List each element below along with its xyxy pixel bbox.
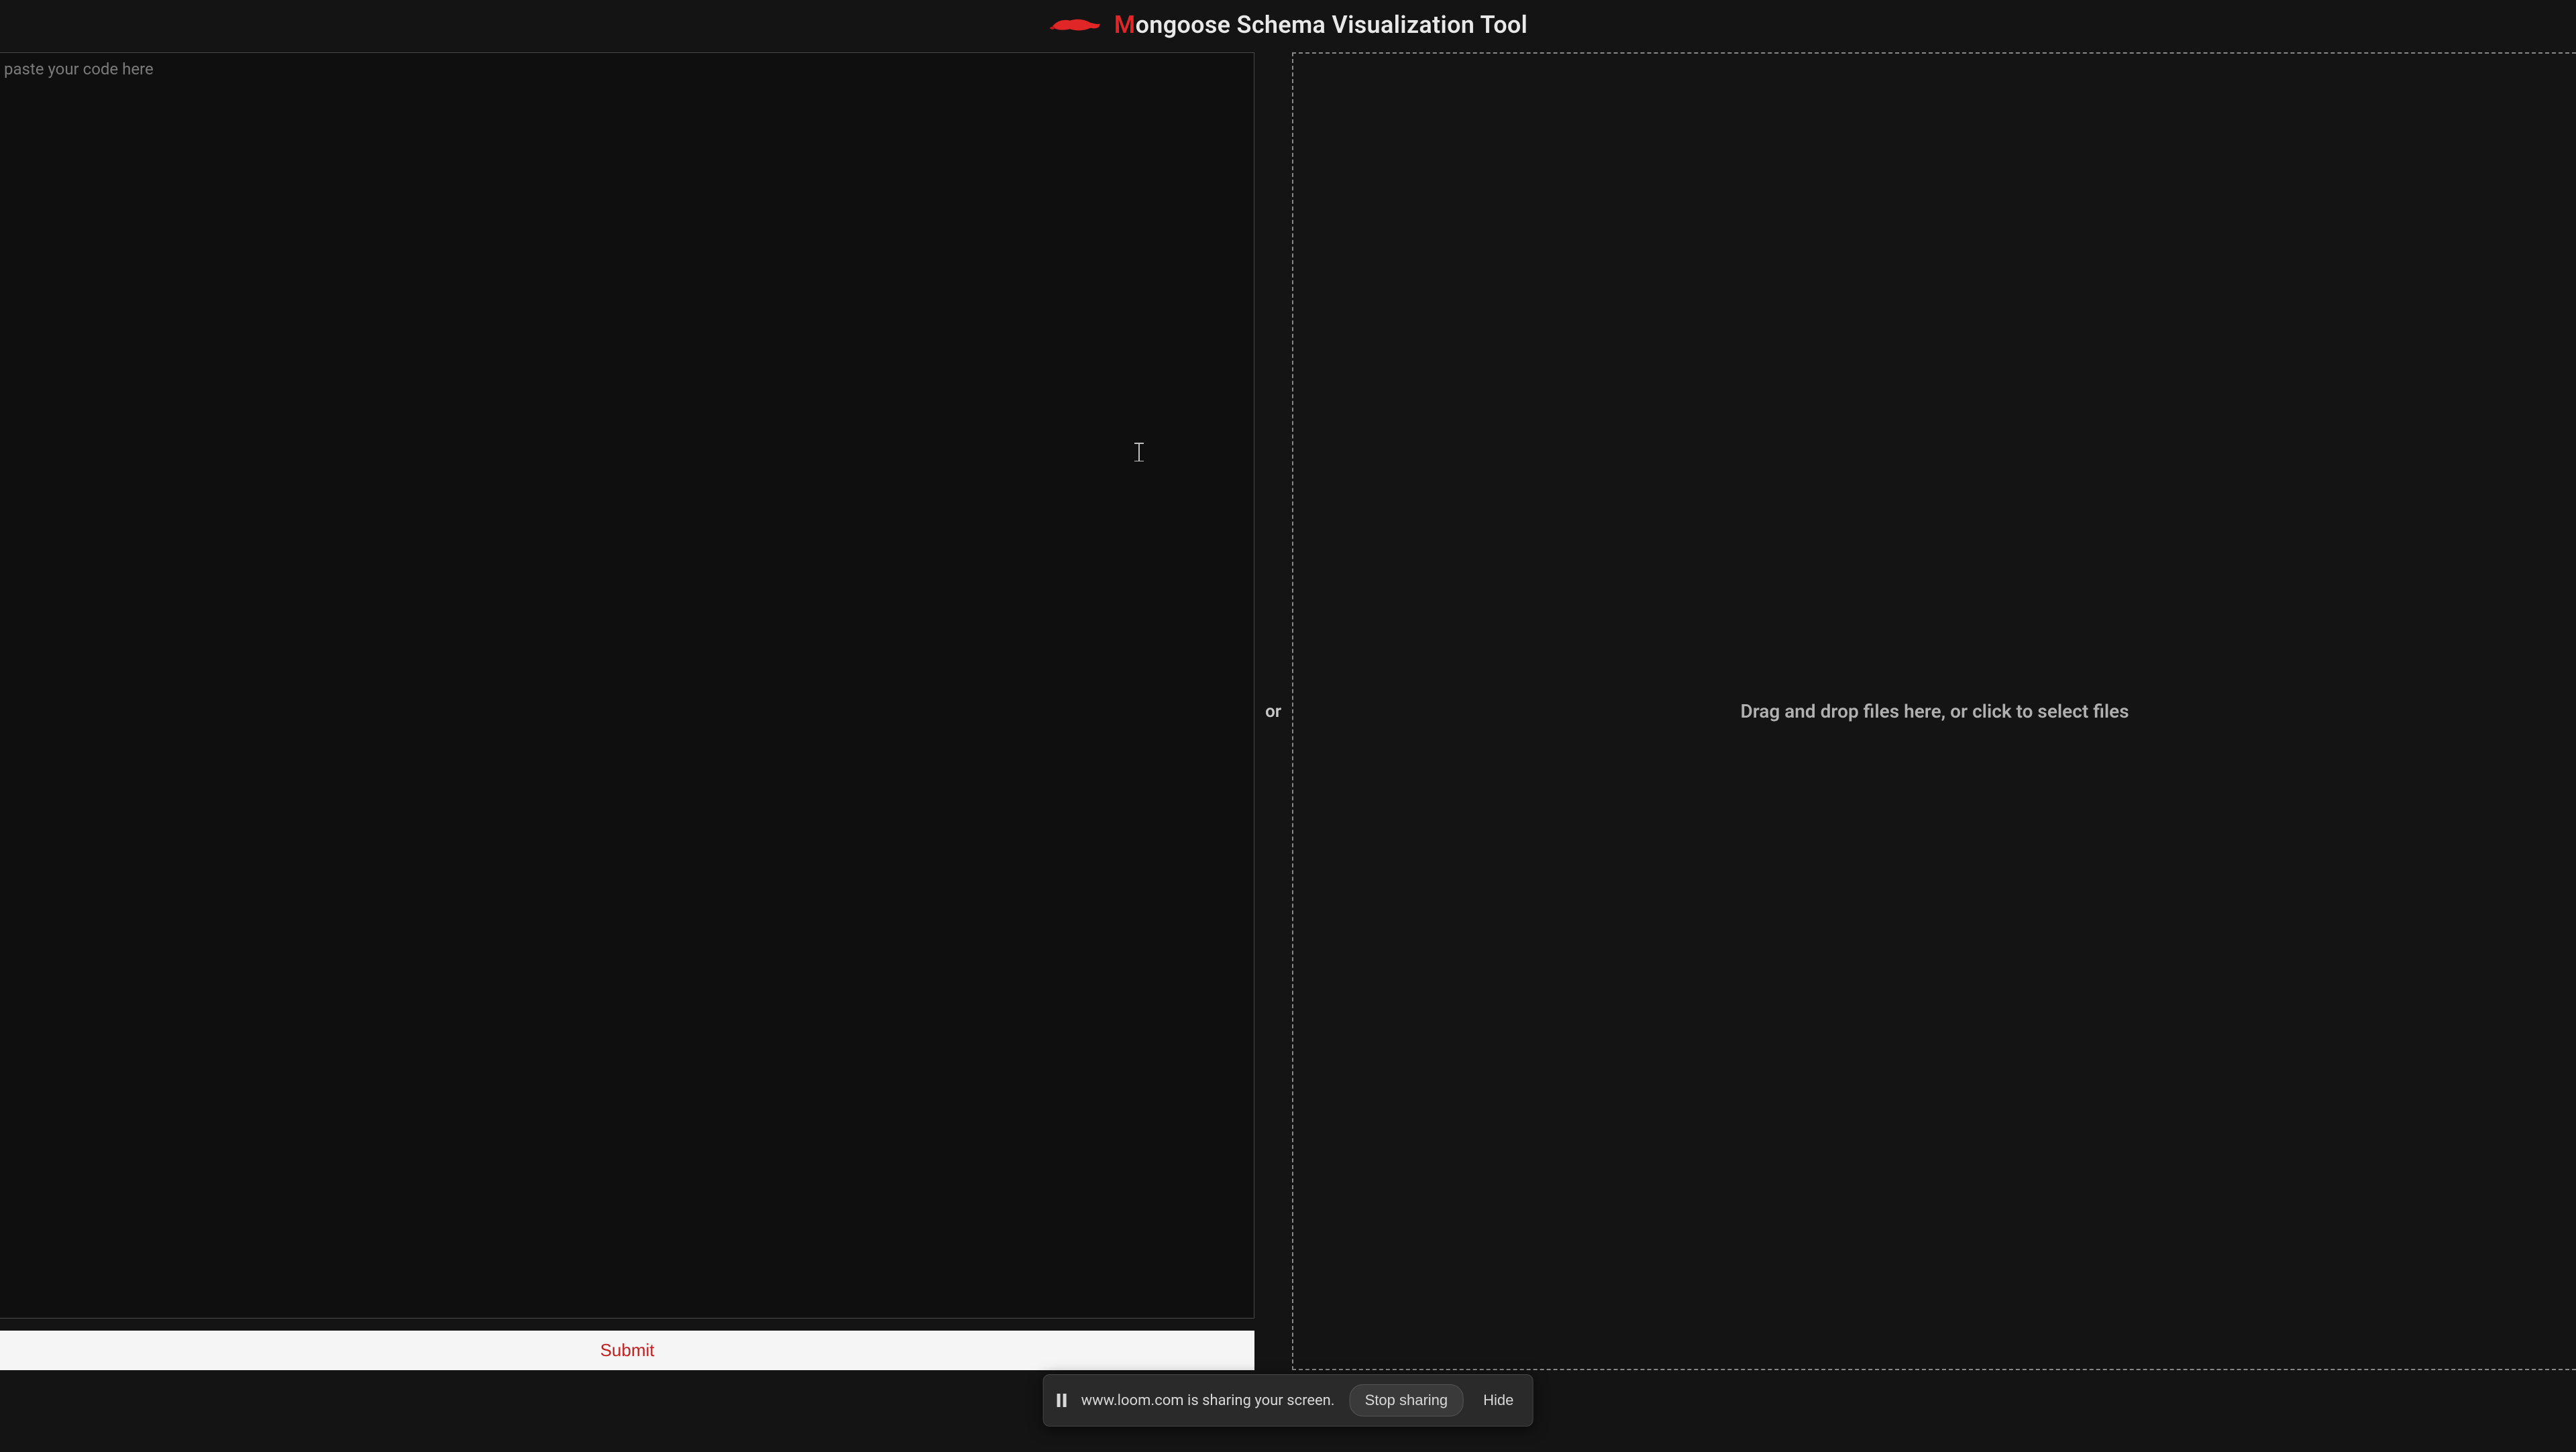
pause-icon[interactable] bbox=[1057, 1394, 1067, 1407]
submit-button[interactable]: Submit bbox=[0, 1331, 1254, 1370]
file-drop-zone[interactable]: Drag and drop files here, or click to se… bbox=[1292, 52, 2576, 1370]
main-content: Submit or Drag and drop files here, or c… bbox=[0, 52, 2576, 1370]
screen-share-bar: www.loom.com is sharing your screen. Sto… bbox=[1043, 1374, 1534, 1427]
code-input-panel: Submit bbox=[0, 52, 1254, 1370]
title-accent-letter: M bbox=[1114, 11, 1136, 39]
stop-sharing-button[interactable]: Stop sharing bbox=[1350, 1384, 1464, 1416]
page-title: Mongoose Schema Visualization Tool bbox=[1114, 11, 1527, 39]
drop-zone-text: Drag and drop files here, or click to se… bbox=[1740, 700, 2129, 722]
hide-button[interactable]: Hide bbox=[1478, 1389, 1519, 1412]
header: Mongoose Schema Visualization Tool bbox=[0, 0, 2576, 52]
title-text: ongoose Schema Visualization Tool bbox=[1136, 11, 1528, 39]
separator-label: or bbox=[1261, 702, 1285, 722]
share-status-text: www.loom.com is sharing your screen. bbox=[1081, 1392, 1335, 1409]
code-textarea[interactable] bbox=[0, 52, 1254, 1319]
mongoose-logo-icon bbox=[1049, 12, 1102, 38]
